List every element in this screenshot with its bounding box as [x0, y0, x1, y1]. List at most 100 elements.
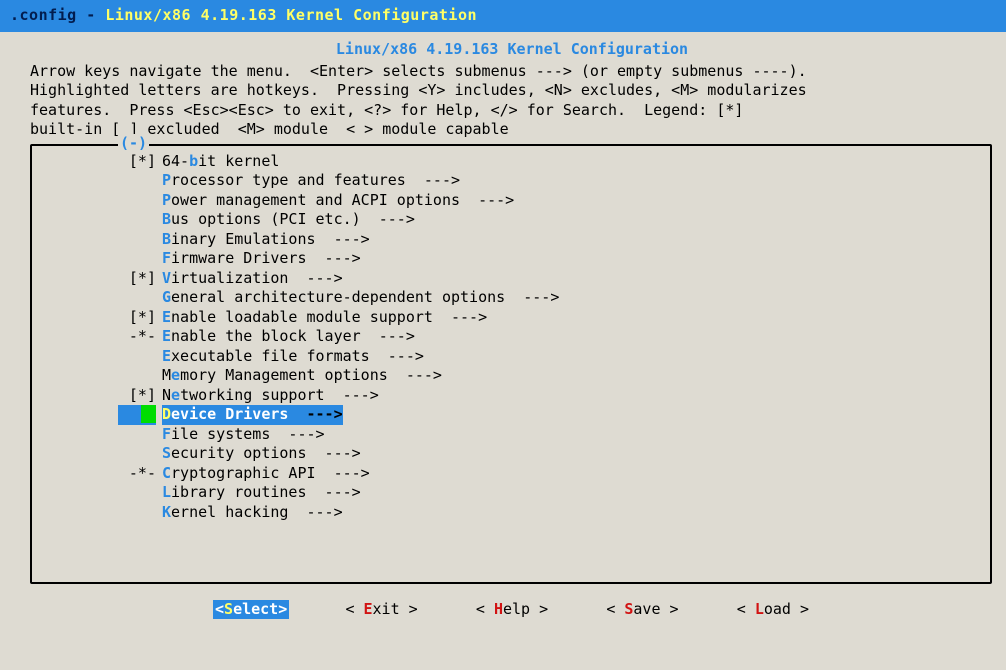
- menu-item-mark: [118, 425, 156, 445]
- menu-item-hotkey: e: [171, 366, 180, 384]
- submenu-arrow-icon: --->: [270, 425, 324, 443]
- instructions-text: Arrow keys navigate the menu. <Enter> se…: [30, 62, 994, 140]
- submenu-arrow-icon: --->: [433, 308, 487, 326]
- menu-item-mark: [118, 191, 156, 211]
- menu-item[interactable]: -*- Enable the block layer --->: [118, 327, 984, 347]
- menu-item[interactable]: Binary Emulations --->: [118, 230, 984, 250]
- submenu-arrow-icon: --->: [460, 191, 514, 209]
- exit-button[interactable]: < Exit >: [343, 600, 419, 620]
- menu-item[interactable]: [*]Virtualization --->: [118, 269, 984, 289]
- angle-left-icon: <: [215, 600, 224, 618]
- menu-item[interactable]: [*] Enable loadable module support --->: [118, 308, 984, 328]
- menu-item-label: Binary Emulations --->: [162, 230, 370, 250]
- menu-item-hotkey: K: [162, 503, 171, 521]
- menu-item-label: Cryptographic API --->: [162, 464, 370, 484]
- menu-item-label: Executable file formats --->: [162, 347, 424, 367]
- button-bar: <Select> < Exit > < Help > < Save > < Lo…: [30, 600, 994, 620]
- button-hotkey: E: [364, 600, 373, 618]
- menu-item-label: Enable loadable module support --->: [162, 308, 487, 328]
- button-hotkey: S: [624, 600, 633, 618]
- menu-item-mark: -*-: [118, 464, 156, 484]
- angle-right-icon: >: [800, 600, 809, 618]
- menu-box[interactable]: [*]64-bit kernel Processor type and feat…: [30, 144, 992, 584]
- menu-item-hotkey: D: [162, 405, 171, 423]
- menu-item[interactable]: -*- Cryptographic API --->: [118, 464, 984, 484]
- submenu-arrow-icon: --->: [307, 249, 361, 267]
- menu-item-label: Virtualization --->: [162, 269, 343, 289]
- menu-item[interactable]: [*]Networking support --->: [118, 386, 984, 406]
- menu-item-hotkey: F: [162, 425, 171, 443]
- submenu-arrow-icon: --->: [307, 483, 361, 501]
- menu-item-hotkey: S: [162, 444, 171, 462]
- menu-item-label: Firmware Drivers --->: [162, 249, 361, 269]
- menu-item[interactable]: Memory Management options --->: [118, 366, 984, 386]
- menu-item[interactable]: Library routines --->: [118, 483, 984, 503]
- menu-item[interactable]: File systems --->: [118, 425, 984, 445]
- submenu-arrow-icon: --->: [361, 327, 415, 345]
- menu-item-hotkey: L: [162, 483, 171, 501]
- submenu-arrow-icon: --->: [288, 405, 342, 423]
- menu-item-mark: [118, 210, 156, 230]
- button-hotkey: S: [224, 600, 233, 618]
- menu-item-mark: [*]: [118, 152, 156, 172]
- menu-item-mark: [*]: [118, 308, 156, 328]
- menu-item[interactable]: Security options --->: [118, 444, 984, 464]
- menu-item-mark: [118, 347, 156, 367]
- menu-item-mark: [118, 366, 156, 386]
- angle-left-icon: <: [345, 600, 354, 618]
- submenu-arrow-icon: --->: [406, 171, 460, 189]
- menu-item-hotkey: E: [162, 347, 171, 365]
- menu-item-hotkey: E: [162, 327, 171, 345]
- menu-list: [*]64-bit kernel Processor type and feat…: [38, 152, 984, 523]
- menu-item-hotkey: G: [162, 288, 171, 306]
- submenu-arrow-icon: --->: [316, 230, 370, 248]
- menu-item-label: Security options --->: [162, 444, 361, 464]
- submenu-arrow-icon: --->: [288, 269, 342, 287]
- menu-item[interactable]: Firmware Drivers --->: [118, 249, 984, 269]
- menu-item-mark: [118, 249, 156, 269]
- submenu-arrow-icon: --->: [361, 210, 415, 228]
- submenu-arrow-icon: --->: [288, 503, 342, 521]
- menu-item-hotkey: B: [162, 210, 171, 228]
- window-title-main: Linux/x86 4.19.163 Kernel Configuration: [105, 6, 477, 24]
- menu-item-hotkey: P: [162, 191, 171, 209]
- window-titlebar: .config - Linux/x86 4.19.163 Kernel Conf…: [0, 0, 1006, 32]
- menu-item-label: Bus options (PCI etc.) --->: [162, 210, 415, 230]
- submenu-arrow-icon: --->: [307, 444, 361, 462]
- menu-item-hotkey: B: [162, 230, 171, 248]
- menu-item-mark: [118, 230, 156, 250]
- menu-item-hotkey: F: [162, 249, 171, 267]
- angle-left-icon: <: [737, 600, 746, 618]
- menu-item-hotkey: V: [162, 269, 171, 287]
- menu-item[interactable]: Device Drivers --->: [118, 405, 984, 425]
- menu-item-mark: [118, 288, 156, 308]
- menu-item-hotkey: C: [162, 464, 171, 482]
- menu-item[interactable]: Kernel hacking --->: [118, 503, 984, 523]
- help-button[interactable]: < Help >: [474, 600, 550, 620]
- menu-item[interactable]: General architecture-dependent options -…: [118, 288, 984, 308]
- menu-item-mark: -*-: [118, 327, 156, 347]
- angle-left-icon: <: [606, 600, 615, 618]
- angle-right-icon: >: [409, 600, 418, 618]
- submenu-arrow-icon: --->: [370, 347, 424, 365]
- save-button[interactable]: < Save >: [604, 600, 680, 620]
- page-title: Linux/x86 4.19.163 Kernel Configuration: [30, 40, 994, 60]
- select-button[interactable]: <Select>: [213, 600, 289, 620]
- menu-item-label: Enable the block layer --->: [162, 327, 415, 347]
- menu-item-label: Kernel hacking --->: [162, 503, 343, 523]
- menu-item[interactable]: [*]64-bit kernel: [118, 152, 984, 172]
- window-title: .config - Linux/x86 4.19.163 Kernel Conf…: [10, 6, 477, 26]
- scroll-up-cue: (-): [118, 134, 149, 154]
- menu-item-label: Processor type and features --->: [162, 171, 460, 191]
- menu-item-label: Networking support --->: [162, 386, 379, 406]
- menu-item-label: File systems --->: [162, 425, 325, 445]
- load-button[interactable]: < Load >: [735, 600, 811, 620]
- menu-item[interactable]: Power management and ACPI options --->: [118, 191, 984, 211]
- menu-item[interactable]: Bus options (PCI etc.) --->: [118, 210, 984, 230]
- menu-item-hotkey: e: [171, 386, 180, 404]
- angle-right-icon: >: [670, 600, 679, 618]
- menu-item[interactable]: Executable file formats --->: [118, 347, 984, 367]
- menu-item-label: Library routines --->: [162, 483, 361, 503]
- menu-item[interactable]: Processor type and features --->: [118, 171, 984, 191]
- menu-box-wrapper: (-) [*]64-bit kernel Processor type and …: [30, 144, 994, 584]
